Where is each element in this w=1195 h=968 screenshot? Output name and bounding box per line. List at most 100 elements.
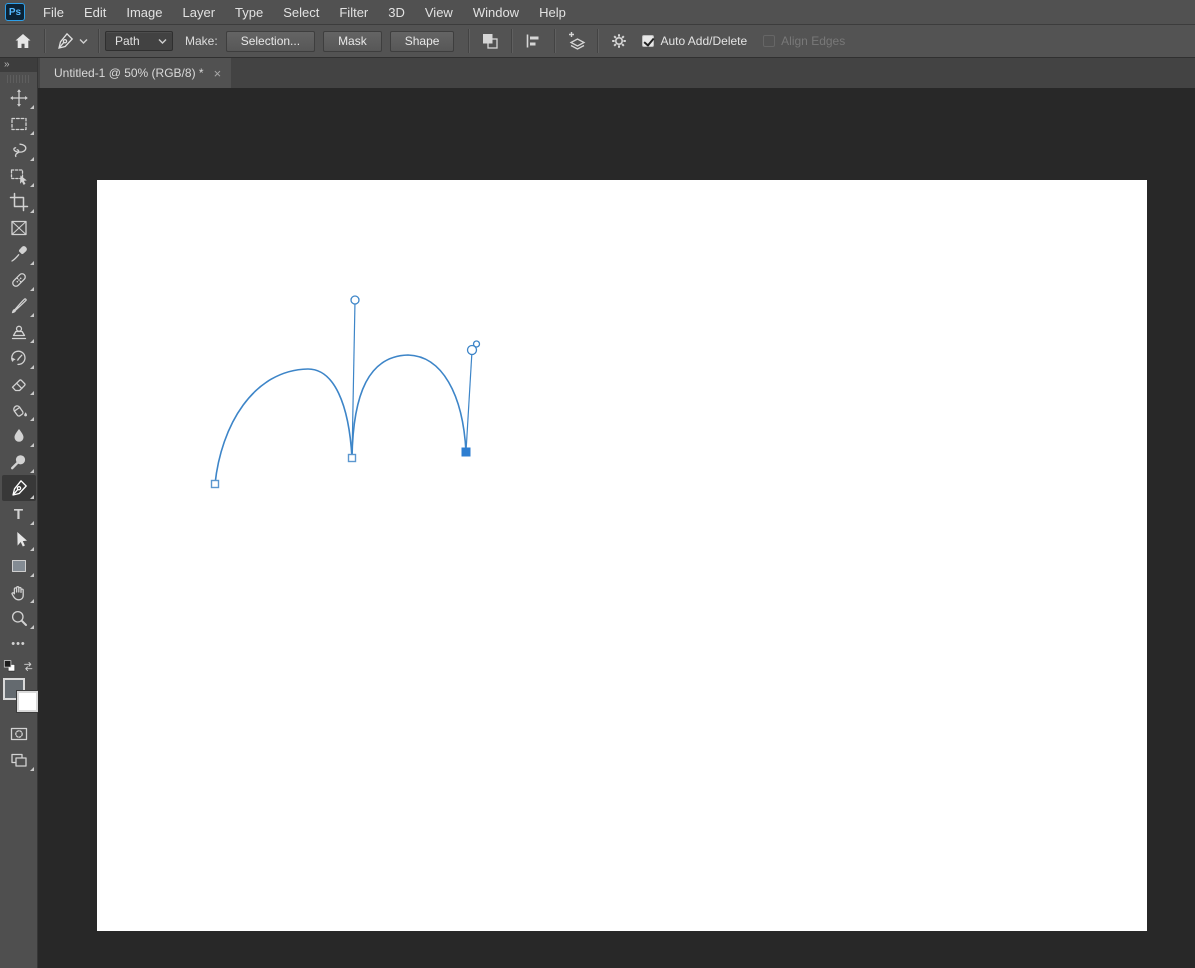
hand-icon [10, 586, 24, 601]
document-tab[interactable]: Untitled-1 @ 50% (RGB/8) * × [40, 58, 232, 88]
make-mask-button[interactable]: Mask [323, 30, 382, 52]
anchor-point-selected[interactable] [461, 447, 471, 457]
healing-brush-icon [11, 273, 26, 287]
home-button[interactable] [8, 28, 38, 54]
pen-tool-button[interactable] [1, 475, 36, 501]
path-selection-tool-button[interactable] [2, 527, 36, 553]
bezier-handle-knob[interactable] [350, 295, 360, 305]
anchor-point-start[interactable] [210, 479, 220, 489]
menu-image[interactable]: Image [116, 0, 172, 25]
home-icon [15, 34, 31, 48]
brush-icon [11, 298, 27, 314]
document-tab-title: Untitled-1 @ 50% (RGB/8) * [54, 66, 204, 80]
menu-3d[interactable]: 3D [378, 0, 415, 25]
type-tool-button[interactable]: T [2, 501, 36, 527]
history-brush-tool-button[interactable] [2, 345, 36, 371]
auto-add-delete-label: Auto Add/Delete [660, 34, 748, 48]
crop-tool-button[interactable] [2, 189, 36, 215]
blur-tool-button[interactable] [2, 423, 36, 449]
menu-select[interactable]: Select [273, 0, 329, 25]
bezier-handle-line[interactable] [465, 350, 473, 453]
quick-mask-button[interactable] [2, 721, 36, 747]
hand-tool-button[interactable] [2, 579, 36, 605]
toolbar-collapse-button[interactable]: » [0, 58, 37, 72]
rectangular-marquee-tool-button[interactable] [2, 111, 36, 137]
menu-edit[interactable]: Edit [74, 0, 116, 25]
toolbar-grip[interactable] [6, 75, 31, 83]
tools-panel: » T ••• [0, 58, 38, 968]
path-arrangement-button[interactable] [561, 28, 591, 54]
checkbox-unchecked-icon [763, 35, 776, 47]
chevron-down-icon [158, 38, 167, 44]
anchor-point-middle[interactable] [347, 453, 357, 463]
blur-drop-icon [14, 429, 23, 442]
dodge-tool-button[interactable] [2, 449, 36, 475]
pen-preset-icon [58, 32, 74, 49]
paint-bucket-tool-button[interactable] [2, 397, 36, 423]
eraser-tool-button[interactable] [2, 371, 36, 397]
pen-tool-preset-button[interactable] [51, 31, 92, 51]
frame-tool-button[interactable] [2, 215, 36, 241]
path-alignment-button[interactable] [518, 28, 548, 54]
object-selection-tool-button[interactable] [2, 163, 36, 189]
options-divider [98, 29, 99, 53]
menu-help[interactable]: Help [529, 0, 576, 25]
swap-colors-icon[interactable] [21, 659, 36, 674]
path-arrangement-icon [569, 32, 586, 50]
options-bar: Path Make: Selection... Mask Shape Auto … [0, 25, 1195, 58]
path-selection-arrow-icon [16, 532, 27, 547]
screen-mode-button[interactable] [2, 747, 36, 773]
document-canvas[interactable] [97, 180, 1147, 931]
default-colors-icon[interactable] [2, 658, 17, 674]
history-brush-icon [10, 350, 26, 366]
type-tool-icon: T [13, 505, 24, 523]
make-selection-button[interactable]: Selection... [225, 30, 316, 52]
path-alignment-icon [527, 34, 539, 48]
options-divider [468, 29, 470, 53]
path-operations-button[interactable] [475, 28, 505, 54]
rectangle-shape-icon [11, 560, 26, 572]
background-color-swatch[interactable] [16, 691, 38, 712]
crop-icon [9, 192, 28, 212]
dodge-icon [10, 455, 25, 470]
eyedropper-tool-button[interactable] [2, 241, 36, 267]
bezier-handle-knob[interactable] [466, 344, 478, 356]
pen-options-gear-button[interactable] [604, 28, 634, 54]
move-tool-button[interactable] [2, 85, 36, 111]
photoshop-window: Ps File Edit Image Layer Type Select Fil… [0, 0, 1195, 968]
pen-path-overlay[interactable] [97, 180, 1147, 931]
color-controls-row [2, 657, 36, 675]
eyedropper-icon [10, 246, 27, 262]
move-tool-icon [9, 89, 28, 107]
lasso-icon [12, 143, 26, 158]
auto-add-delete-checkbox[interactable]: Auto Add/Delete [642, 34, 747, 48]
menu-layer[interactable]: Layer [173, 0, 226, 25]
tool-mode-value: Path [115, 34, 140, 48]
menu-file[interactable]: File [33, 0, 74, 25]
tool-mode-select[interactable]: Path [105, 31, 173, 51]
path-segment-arc1[interactable] [214, 368, 353, 485]
zoom-tool-button[interactable] [2, 605, 36, 631]
chevron-down-icon [79, 38, 88, 44]
brush-tool-button[interactable] [2, 293, 36, 319]
lasso-tool-button[interactable] [2, 137, 36, 163]
menu-window[interactable]: Window [463, 0, 529, 25]
clone-stamp-tool-button[interactable] [2, 319, 36, 345]
align-edges-label: Align Edges [781, 34, 846, 48]
path-operations-icon [483, 34, 499, 49]
path-segment-arc2[interactable] [351, 354, 467, 459]
foreground-background-swatches [0, 677, 38, 715]
spot-healing-brush-tool-button[interactable] [2, 267, 36, 293]
menu-view[interactable]: View [415, 0, 463, 25]
edit-toolbar-button[interactable]: ••• [2, 631, 36, 657]
make-shape-button[interactable]: Shape [389, 30, 455, 52]
rectangle-tool-button[interactable] [2, 553, 36, 579]
menu-filter[interactable]: Filter [329, 0, 378, 25]
close-tab-icon[interactable]: × [214, 67, 222, 80]
pen-tool-icon [11, 480, 27, 496]
menu-type[interactable]: Type [225, 0, 273, 25]
options-divider [597, 29, 599, 53]
photoshop-logo-icon: Ps [5, 3, 25, 21]
make-label: Make: [185, 34, 218, 48]
clone-stamp-icon [11, 325, 26, 340]
